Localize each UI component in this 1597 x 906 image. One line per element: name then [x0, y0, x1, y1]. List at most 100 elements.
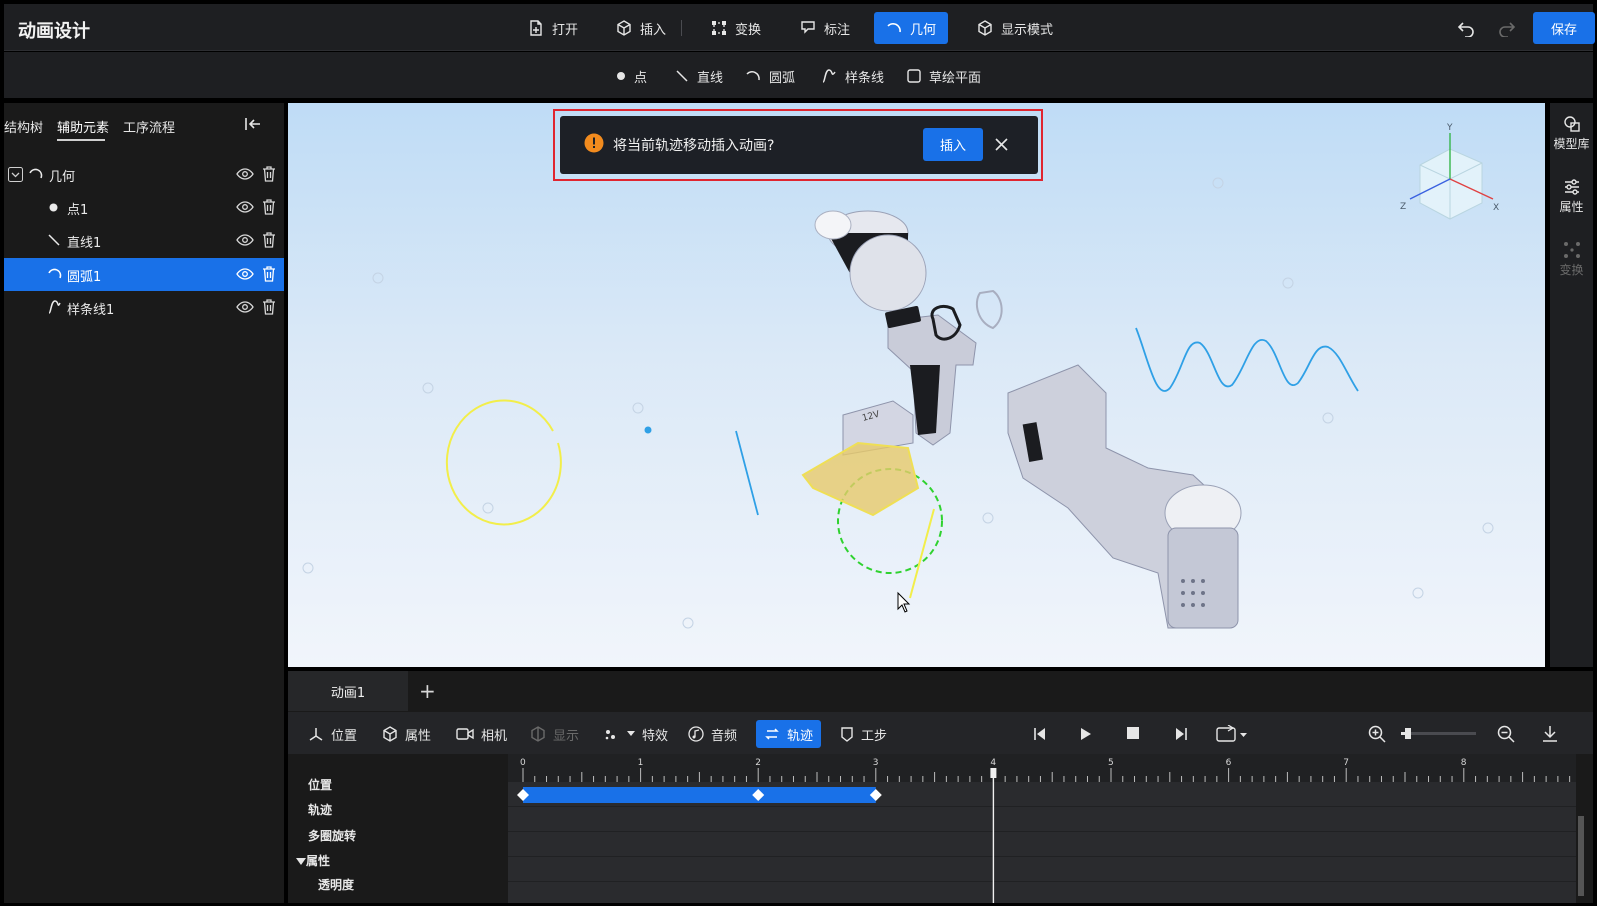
loop-mode-icon[interactable] [1216, 725, 1248, 743]
track-label-trajectory: 轨迹 [308, 803, 333, 817]
save-button[interactable]: 保存 [1533, 12, 1595, 44]
line-button[interactable]: 直线 [675, 65, 723, 87]
battery-model: 12V [801, 400, 920, 517]
effects-button[interactable]: 特效 [596, 720, 676, 748]
properties-label: 属性 [405, 728, 432, 744]
previous-frame-icon[interactable] [1033, 727, 1047, 741]
point-button[interactable]: 点 [616, 65, 647, 87]
point-icon [617, 72, 625, 80]
tab-structure-tree[interactable]: 结构树 [4, 117, 43, 136]
transform-label: 变换 [735, 22, 762, 38]
model-library-label: 模型库 [1553, 137, 1590, 151]
download-icon[interactable] [1542, 725, 1558, 743]
notification-message: 将当前轨迹移动插入动画? [613, 138, 775, 154]
audio-button[interactable]: 音频 [680, 720, 745, 748]
step-button[interactable]: 工步 [832, 720, 895, 748]
tree-item-arc[interactable]: 圆弧1 [4, 258, 284, 291]
insert-button[interactable]: 插入 [604, 12, 678, 44]
arc-icon [746, 71, 760, 81]
trash-icon[interactable] [262, 232, 276, 248]
tree-item-label: 直线1 [67, 236, 102, 251]
camera-label: 相机 [481, 728, 508, 744]
transform-panel-button[interactable]: 变换 [1550, 240, 1593, 278]
track-label-properties[interactable]: 属性 [296, 852, 330, 869]
open-button[interactable]: 打开 [516, 12, 590, 44]
scene-canvas[interactable]: 12V Y X Z [288, 103, 1545, 667]
eye-icon[interactable] [236, 266, 254, 282]
tree-item-geometry[interactable]: 几何 [4, 158, 284, 191]
spline-button[interactable]: 样条线 [821, 65, 884, 87]
spline-label: 样条线 [845, 70, 885, 86]
display-button[interactable]: 显示 [522, 720, 587, 748]
sketch-plane-icon [907, 69, 921, 83]
trash-icon[interactable] [262, 166, 276, 182]
eye-icon[interactable] [236, 166, 254, 182]
camera-icon [456, 728, 474, 740]
tab-animation-1[interactable]: 动画1 [288, 671, 408, 711]
position-keyframe-span[interactable] [523, 787, 876, 803]
tree-item-label: 点1 [67, 203, 89, 218]
geometry-button[interactable]: 几何 [874, 12, 949, 44]
sketch-plane-button[interactable]: 草绘平面 [907, 65, 981, 87]
stop-icon[interactable] [1127, 727, 1139, 739]
mouse-cursor-icon [897, 591, 911, 613]
zoom-slider-track[interactable] [1401, 732, 1476, 735]
properties-button[interactable]: 属性 [374, 720, 439, 748]
close-icon[interactable] [995, 138, 1008, 151]
display-mode-button[interactable]: 显示模式 [965, 12, 1065, 44]
trash-icon[interactable] [262, 266, 276, 282]
annotate-button[interactable]: 标注 [788, 12, 862, 44]
eye-icon[interactable] [236, 199, 254, 215]
transform-button[interactable]: 变换 [699, 12, 773, 44]
tree-item-label: 样条线1 [67, 303, 115, 318]
zoom-slider-thumb[interactable] [1404, 728, 1411, 739]
scene-line [735, 430, 759, 516]
keyframe-layer[interactable] [508, 754, 1576, 903]
notification-insert-button[interactable]: 插入 [923, 128, 983, 161]
position-button[interactable]: 位置 [300, 720, 365, 748]
eye-icon[interactable] [236, 232, 254, 248]
tab-process-flow[interactable]: 工序流程 [123, 117, 175, 136]
model-library-button[interactable]: 模型库 [1550, 114, 1593, 152]
effects-icon [605, 730, 615, 740]
animation-panel: 动画1 + 位置 属性 相机 显示 特效 音频 轨迹 工步 位置 轨迹 多圈旋转… [288, 671, 1593, 903]
tree-item-spline[interactable]: 样条线1 [4, 291, 284, 324]
track-label-multi-rotation: 多圈旋转 [308, 829, 357, 843]
trash-icon[interactable] [262, 199, 276, 215]
trajectory-button[interactable]: 轨迹 [756, 720, 822, 748]
next-frame-icon[interactable] [1174, 727, 1188, 741]
camera-button[interactable]: 相机 [448, 720, 515, 748]
timeline-scrollbar[interactable] [1578, 816, 1584, 896]
cube-icon [383, 726, 397, 742]
redo-icon[interactable] [1498, 19, 1516, 37]
top-toolbar: 动画设计 打开 插入 变换 标注 几何 显示模式 保存 [4, 4, 1595, 51]
open-file-icon [530, 20, 542, 36]
collapse-toggle-icon[interactable] [8, 167, 23, 182]
zoom-in-icon[interactable] [1368, 725, 1386, 743]
trajectory-icon [765, 728, 779, 740]
tree-item-line[interactable]: 直线1 [4, 224, 284, 257]
arc-button[interactable]: 圆弧 [745, 65, 795, 87]
zoom-out-icon[interactable] [1497, 725, 1515, 743]
timeline[interactable]: 012345678 [508, 754, 1576, 903]
3d-viewport[interactable]: 12V Y X Z 将当前轨迹移动插入动画? 插入 [288, 103, 1545, 667]
tab-auxiliary-elements[interactable]: 辅助元素 [57, 117, 109, 136]
playhead-handle[interactable] [990, 768, 997, 778]
view-cube[interactable]: Y X Z [1400, 123, 1499, 220]
geometry-toolbar: 点 直线 圆弧 样条线 草绘平面 [4, 52, 1593, 98]
track-label-opacity: 透明度 [318, 878, 355, 892]
undo-icon[interactable] [1457, 19, 1475, 37]
arc-icon [29, 168, 43, 179]
cube-icon [978, 20, 992, 36]
drill-chuck-model [814, 210, 927, 312]
trash-icon[interactable] [262, 299, 276, 315]
eye-icon[interactable] [236, 299, 254, 315]
add-animation-tab-button[interactable]: + [419, 679, 436, 703]
properties-panel-button[interactable]: 属性 [1550, 177, 1593, 215]
scene-arc [445, 399, 562, 526]
tree-item-point[interactable]: 点1 [4, 191, 284, 224]
collapse-panel-icon[interactable] [244, 116, 262, 132]
properties-label: 属性 [1559, 200, 1584, 214]
play-icon[interactable] [1080, 727, 1092, 741]
step-label: 工步 [861, 728, 888, 744]
